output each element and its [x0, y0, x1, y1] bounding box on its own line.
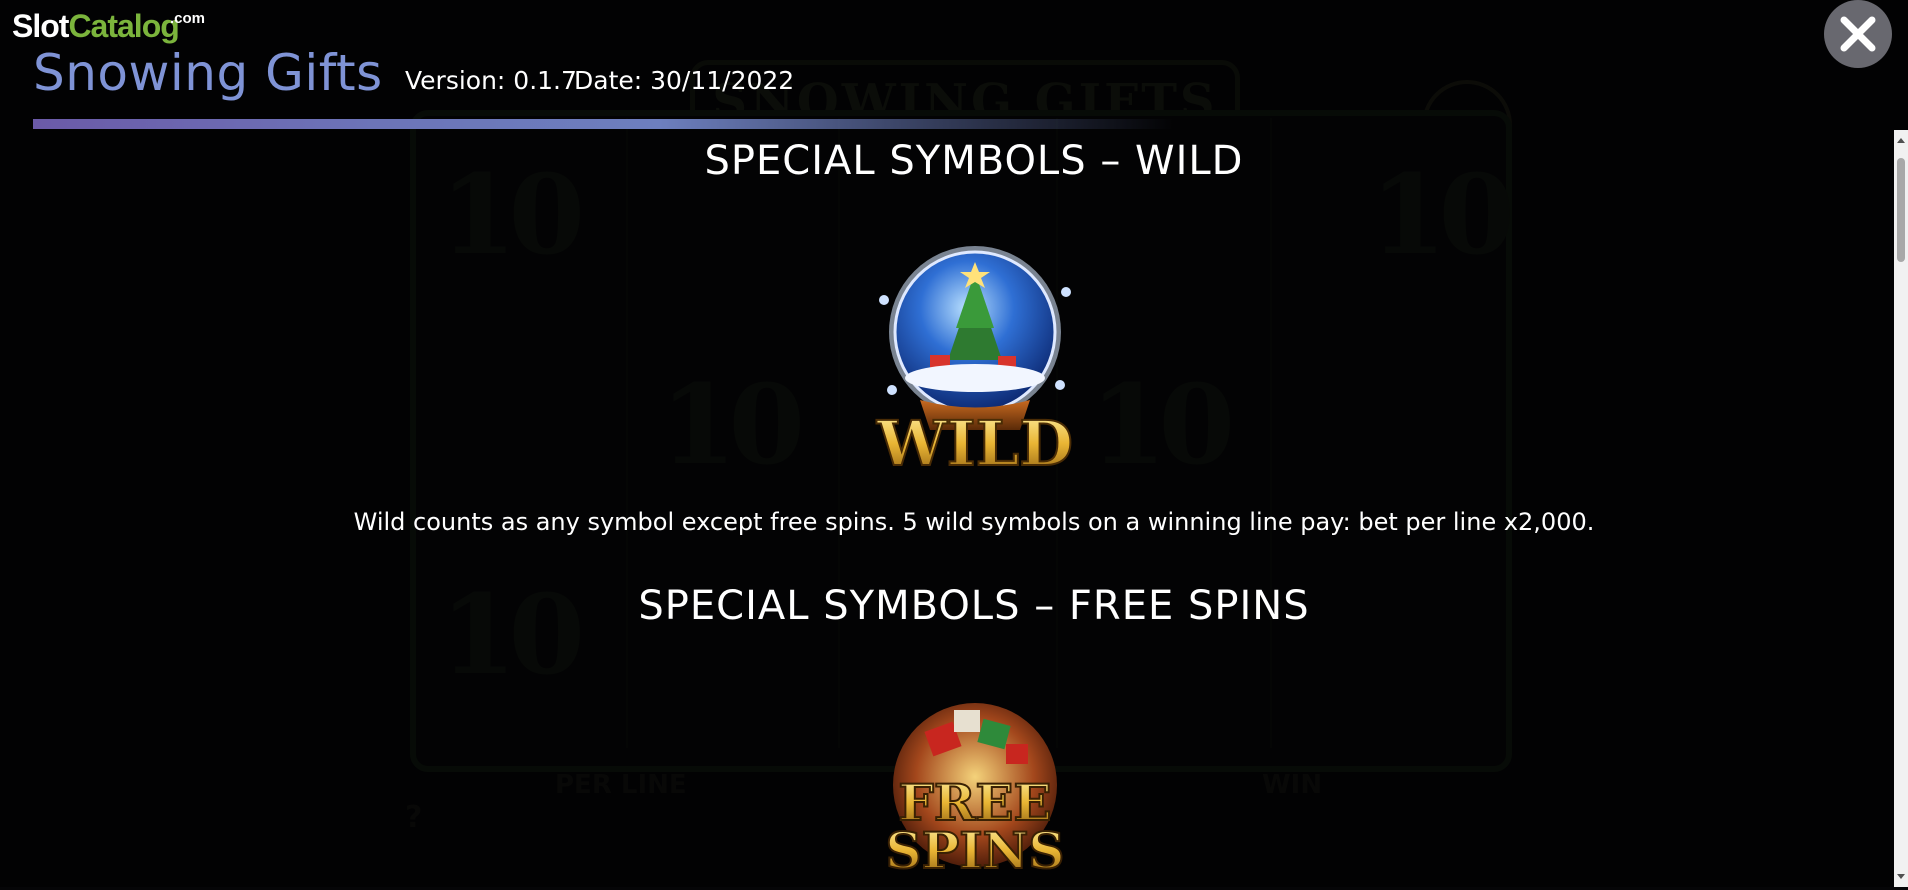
scrollbar-thumb[interactable] [1897, 158, 1905, 262]
scroll-down-icon[interactable] [1897, 874, 1905, 879]
section-title-free-spins: SPECIAL SYMBOLS – FREE SPINS [638, 583, 1310, 629]
wild-symbol-label: WILD [876, 407, 1073, 480]
scroll-up-icon[interactable] [1897, 138, 1905, 143]
wild-description: Wild counts as any symbol except free sp… [353, 508, 1595, 536]
date-text: Date: 30/11/2022 [574, 66, 795, 95]
version-text: Version: 0.1.7 [405, 66, 577, 95]
wild-symbol-image: WILD [875, 246, 1074, 480]
logo-catalog-text: Catalog [68, 8, 179, 44]
close-button[interactable] [1824, 0, 1892, 68]
free-spins-label-line2: SPINS [886, 821, 1065, 880]
content-scrollbar[interactable] [1894, 130, 1908, 887]
header-divider [33, 119, 1173, 129]
slotcatalog-logo: SlotCatalog .com [12, 8, 205, 45]
logo-slot-text: Slot [12, 8, 69, 44]
free-spins-symbol-image: FREE SPINS [885, 703, 1065, 881]
paytable-content: SPECIAL SYMBOLS – WILD WILD Wild counts … [0, 130, 1890, 887]
section-title-wild: SPECIAL SYMBOLS – WILD [704, 138, 1244, 184]
page-title: Snowing Gifts [33, 44, 383, 102]
close-icon [1840, 16, 1876, 52]
logo-com-text: .com [170, 10, 206, 27]
